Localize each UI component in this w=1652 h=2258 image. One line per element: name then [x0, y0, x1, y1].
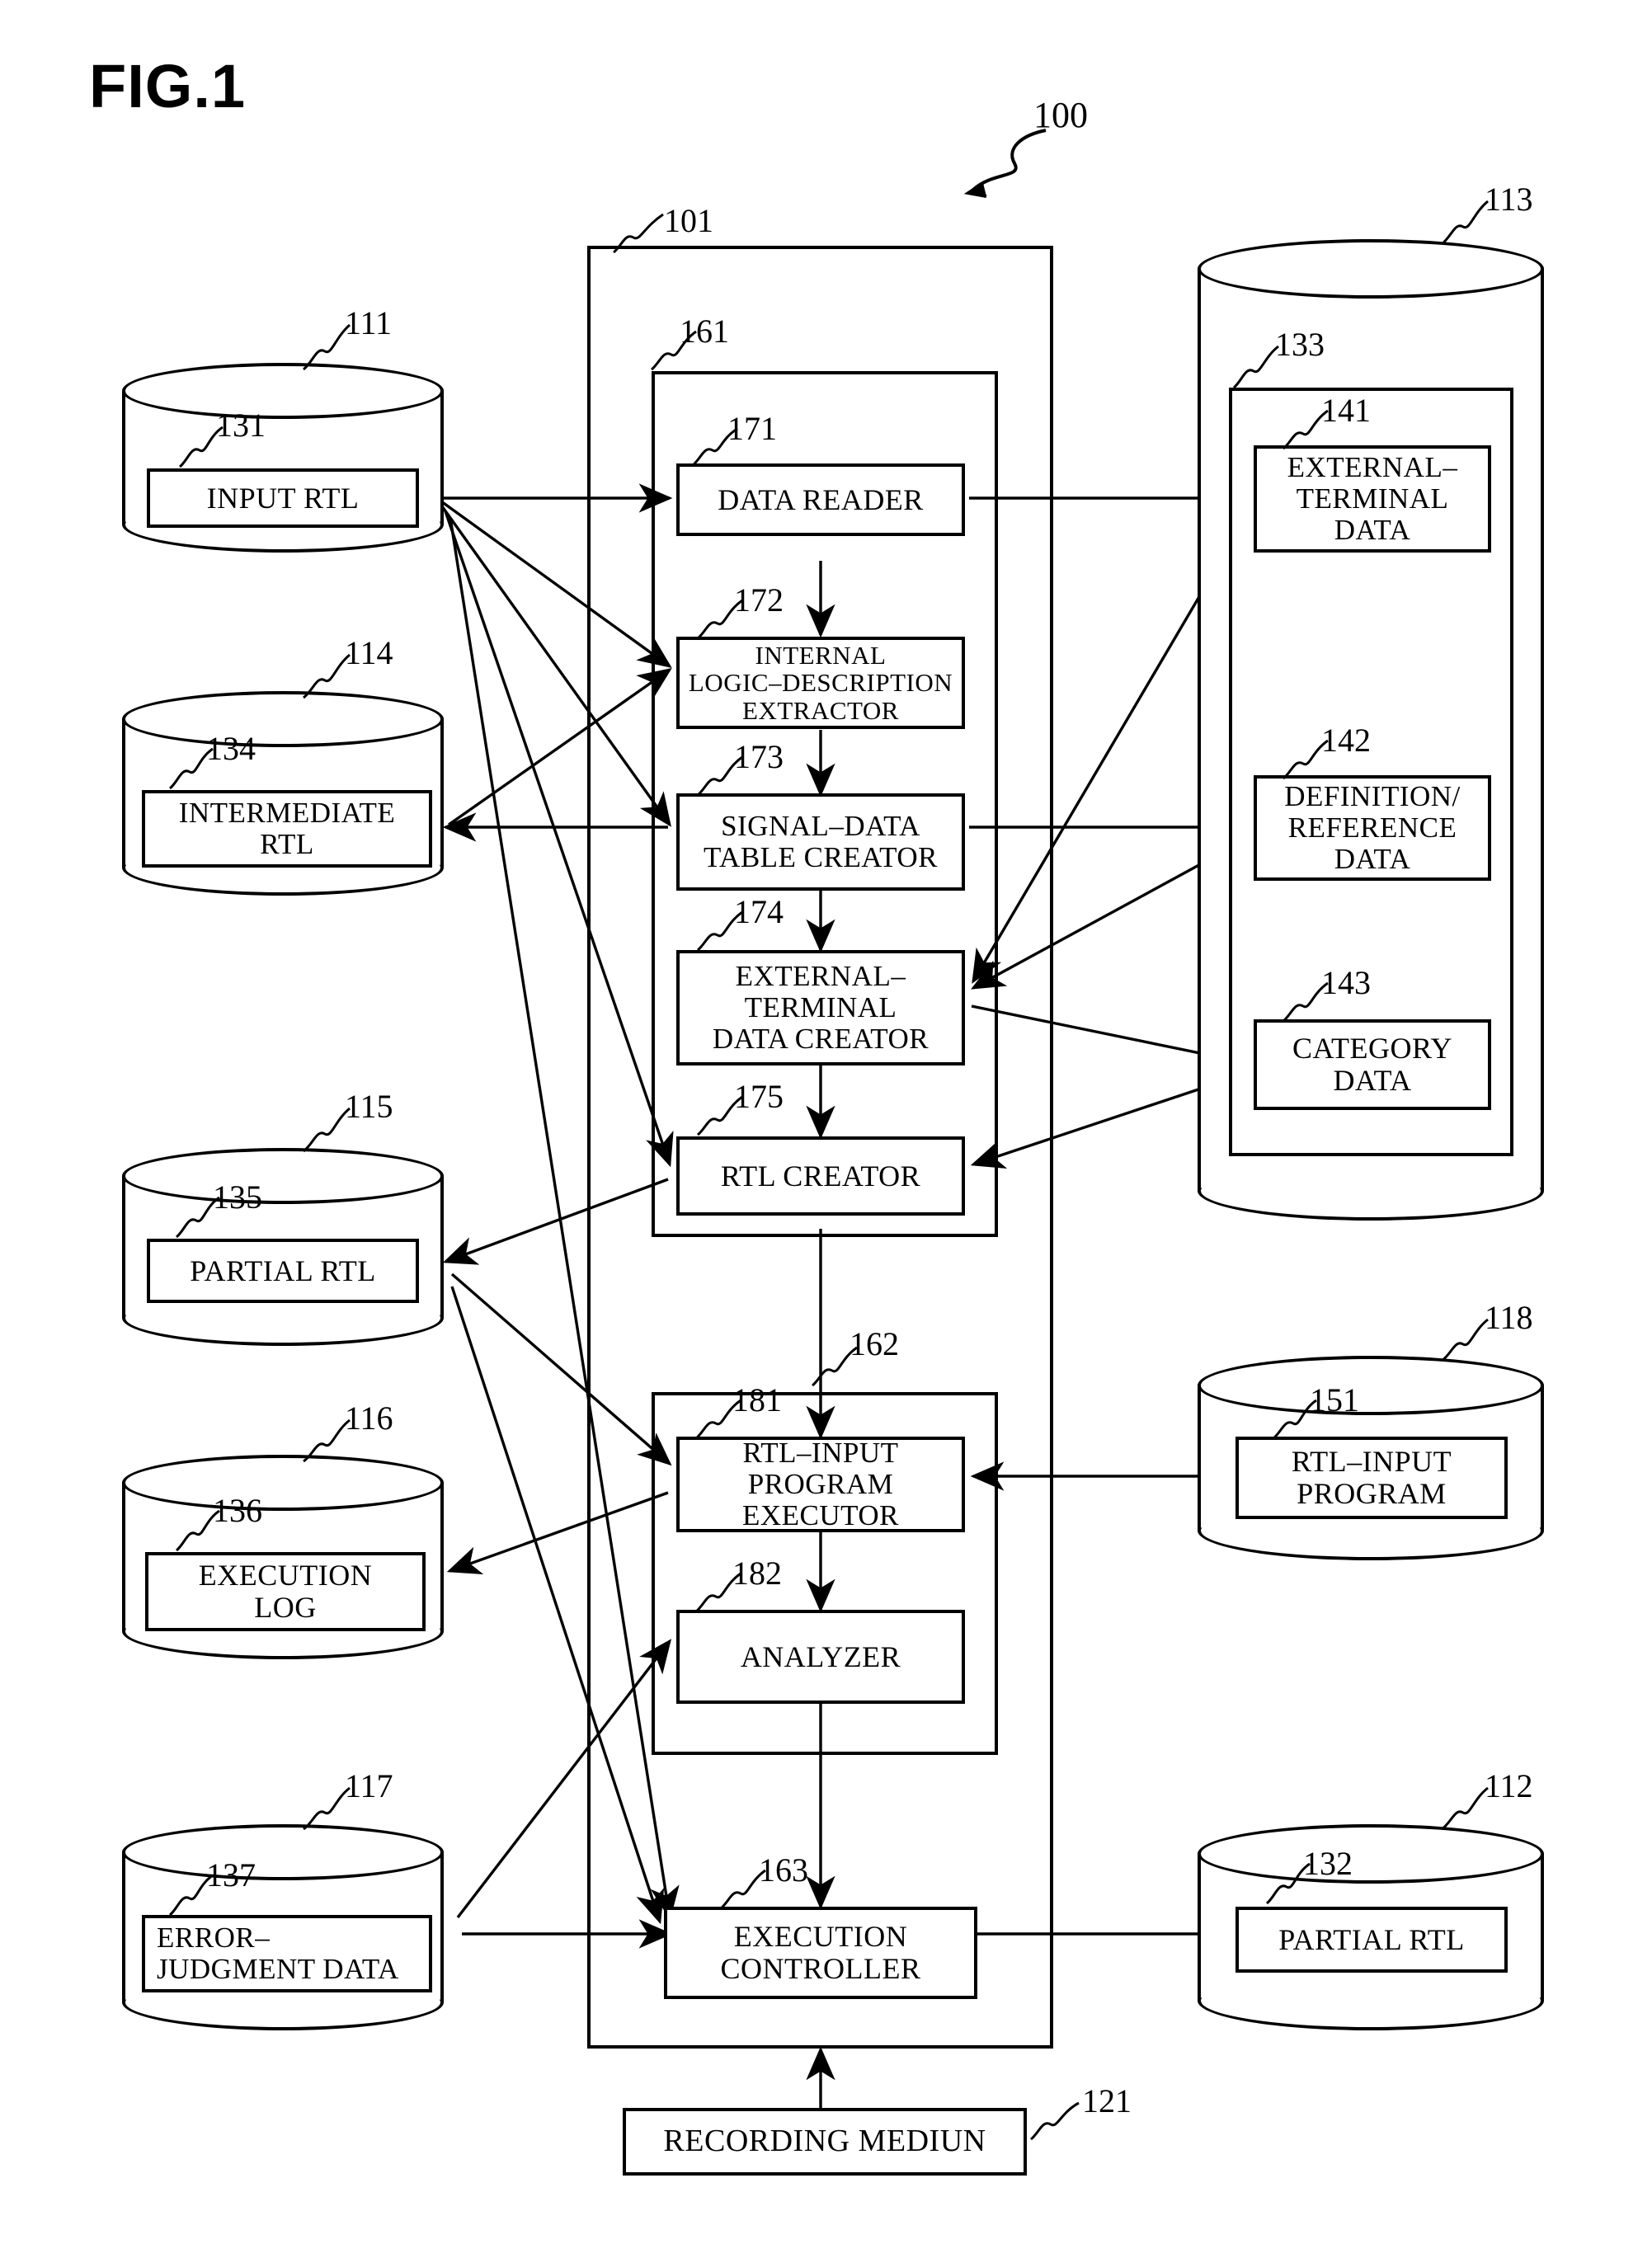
ref-101: 101 — [664, 202, 713, 239]
leader-133 — [1232, 345, 1279, 389]
leader-132 — [1265, 1862, 1311, 1905]
module-label-line1: EXTERNAL– — [735, 960, 906, 993]
store-label-intermediate-rtl: INTERMEDIATE RTL — [142, 790, 432, 868]
data-text-line3: DATA — [1334, 842, 1411, 875]
store-text: INPUT RTL — [206, 481, 360, 515]
module-label-line2: LOGIC–DESCRIPTION — [688, 668, 953, 698]
leader-135 — [175, 1196, 220, 1239]
leader-141 — [1282, 409, 1329, 450]
leader-111 — [302, 323, 351, 371]
ref-118: 118 — [1485, 1299, 1533, 1336]
leader-112 — [1441, 1786, 1489, 1831]
module-label-line1: SIGNAL–DATA — [721, 810, 920, 843]
data-definition-reference-data[interactable]: DEFINITION/ REFERENCE DATA — [1254, 775, 1491, 881]
ref-113: 113 — [1485, 181, 1533, 218]
data-text-line2: REFERENCE — [1287, 811, 1457, 844]
leader-174 — [696, 910, 743, 952]
data-external-terminal-data[interactable]: EXTERNAL– TERMINAL DATA — [1254, 445, 1491, 553]
data-text-line2: TERMINAL — [1296, 482, 1449, 515]
leader-163 — [719, 1869, 766, 1910]
module-label-line3: EXECUTOR — [741, 1498, 900, 1531]
store-label-rtl-input-program: RTL–INPUT PROGRAM — [1235, 1437, 1508, 1519]
recording-medium-box[interactable]: RECORDING MEDIUN — [623, 2108, 1027, 2176]
store-text-line1: INTERMEDIATE — [178, 797, 396, 830]
leader-116 — [303, 1418, 351, 1463]
module-label: ANALYZER — [740, 1639, 901, 1673]
module-label: DATA READER — [718, 482, 924, 516]
module-rtl-creator[interactable]: RTL CREATOR — [676, 1136, 965, 1216]
figure-canvas: FIG.1 101 161 DATA READER 171 INTERNAL L… — [0, 0, 1652, 2258]
leader-162 — [811, 1346, 858, 1387]
module-label-line1: RTL–INPUT — [742, 1437, 899, 1470]
leader-100 — [963, 129, 1047, 198]
data-text-line1: EXTERNAL– — [1287, 451, 1458, 484]
module-external-terminal-data-creator[interactable]: EXTERNAL– TERMINAL DATA CREATOR — [676, 950, 965, 1065]
data-text-line1: DEFINITION/ — [1284, 780, 1461, 813]
leader-114 — [303, 653, 351, 699]
store-text-line1: ERROR– — [157, 1922, 271, 1955]
store-label-partial-rtl-right: PARTIAL RTL — [1235, 1907, 1508, 1973]
data-text-line3: DATA — [1334, 513, 1411, 546]
leader-173 — [696, 755, 743, 797]
data-text-line2: DATA — [1333, 1064, 1412, 1097]
leader-101 — [612, 213, 664, 254]
store-text-line2: JUDGMENT DATA — [157, 1953, 399, 1985]
module-label: RTL CREATOR — [720, 1159, 921, 1193]
leader-172 — [696, 599, 743, 640]
leader-131 — [178, 426, 224, 468]
store-text-line1: RTL–INPUT — [1291, 1445, 1452, 1479]
module-signal-data-table-creator[interactable]: SIGNAL–DATA TABLE CREATOR — [676, 793, 965, 891]
ref-112: 112 — [1485, 1767, 1533, 1804]
module-label-line2: PROGRAM — [747, 1468, 894, 1501]
store-label-input-rtl: INPUT RTL — [147, 468, 419, 528]
leader-115 — [303, 1107, 351, 1153]
leader-142 — [1282, 739, 1329, 780]
ref-133: 133 — [1275, 326, 1325, 363]
module-label-line3: DATA CREATOR — [712, 1022, 930, 1055]
module-execution-controller[interactable]: EXECUTION CONTROLLER — [664, 1907, 977, 1999]
module-rtl-input-program-executor[interactable]: RTL–INPUT PROGRAM EXECUTOR — [676, 1437, 965, 1532]
ref-121: 121 — [1082, 2082, 1132, 2119]
module-label-line2: TERMINAL — [744, 991, 897, 1024]
module-label-line1: INTERNAL — [755, 640, 887, 670]
store-label-partial-rtl-left: PARTIAL RTL — [147, 1239, 419, 1303]
store-text: PARTIAL RTL — [1278, 1922, 1465, 1956]
leader-171 — [691, 427, 738, 467]
store-label-execution-log: EXECUTION LOG — [145, 1552, 426, 1631]
leader-143 — [1282, 981, 1329, 1023]
store-text-line1: EXECUTION — [198, 1559, 373, 1592]
leader-182 — [694, 1572, 741, 1613]
leader-113 — [1441, 200, 1489, 246]
leader-136 — [175, 1509, 220, 1552]
data-text-line1: CATEGORY — [1292, 1032, 1453, 1065]
module-label-line2: CONTROLLER — [720, 1952, 921, 1985]
leader-121 — [1029, 2101, 1080, 2141]
store-text: PARTIAL RTL — [190, 1254, 376, 1287]
module-analyzer[interactable]: ANALYZER — [676, 1610, 965, 1704]
leader-151 — [1272, 1399, 1317, 1440]
leader-117 — [303, 1786, 351, 1831]
module-data-reader[interactable]: DATA READER — [676, 463, 965, 536]
module-label-line1: EXECUTION — [733, 1920, 908, 1954]
module-label-line2: TABLE CREATOR — [703, 841, 939, 873]
leader-175 — [696, 1095, 743, 1136]
store-label-error-judgment-data: ERROR– JUDGMENT DATA — [142, 1915, 432, 1992]
store-text-line2: RTL — [260, 828, 314, 860]
leader-181 — [694, 1399, 741, 1440]
leader-118 — [1441, 1318, 1489, 1362]
data-category-data[interactable]: CATEGORY DATA — [1254, 1019, 1491, 1110]
leader-134 — [168, 747, 214, 790]
leader-161 — [650, 330, 697, 371]
store-text-line2: PROGRAM — [1297, 1477, 1447, 1510]
store-text-line2: LOG — [254, 1591, 317, 1624]
module-internal-logic-description-extractor[interactable]: INTERNAL LOGIC–DESCRIPTION EXTRACTOR — [676, 637, 965, 729]
module-label-line3: EXTRACTOR — [742, 695, 899, 725]
leader-137 — [168, 1874, 214, 1917]
recording-medium-label: RECORDING MEDIUN — [663, 2124, 986, 2159]
